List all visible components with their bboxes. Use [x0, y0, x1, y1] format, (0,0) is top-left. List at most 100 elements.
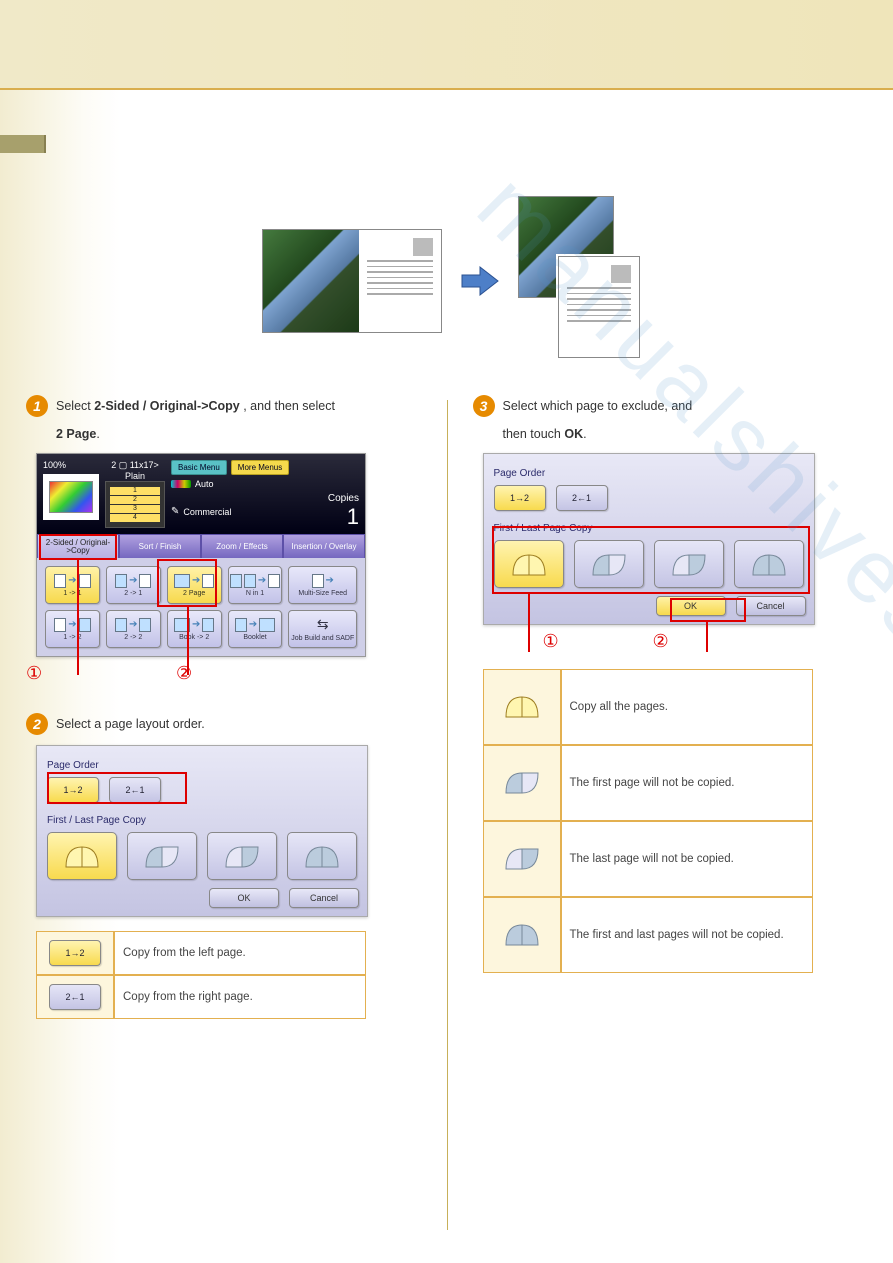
left-column: 1 Select 2-Sided / Original->Copy , and … — [0, 395, 447, 1255]
page-order-label: Page Order — [494, 468, 804, 479]
btn-2-page[interactable]: ➔ 2 Page — [167, 566, 222, 604]
step-2-number: 2 — [26, 713, 48, 735]
flpc-all-button[interactable] — [494, 540, 564, 588]
page-order-1-2-button[interactable]: 1→2 — [494, 485, 546, 511]
table-row: The first page will not be copied. — [483, 745, 813, 821]
chip-2-1-icon-cell: 2←1 — [49, 984, 101, 1010]
tab-2sided-original-copy[interactable]: 2-Sided / Original->Copy — [37, 534, 119, 558]
flpc-skip-last-button[interactable] — [654, 540, 724, 588]
btn-2-page-label: 2 Page — [183, 590, 205, 597]
chip-1-2-icon-cell: 1→2 — [49, 940, 101, 966]
flpc-all-button[interactable] — [47, 832, 117, 880]
panel-tabs: 2-Sided / Original->Copy Sort / Finish Z… — [37, 534, 365, 558]
step-3-number: 3 — [473, 395, 495, 417]
page-order-dialog: Page Order 1→2 2←1 First / Last Page Cop… — [36, 745, 368, 917]
callout-marker-1: ① — [543, 631, 559, 652]
btn-n-in-1[interactable]: ➔ N in 1 — [228, 566, 283, 604]
cancel-button[interactable]: Cancel — [289, 888, 359, 908]
two-to-one-icon: ➔ — [115, 574, 151, 588]
step3-mid: then touch — [503, 427, 561, 441]
table-cell-text: Copy from the left page. — [114, 931, 366, 975]
flpc-button-row — [494, 540, 804, 588]
flpc-skip-first-button[interactable] — [127, 832, 197, 880]
section-tab — [0, 135, 46, 153]
callout-marker-2: ② — [653, 631, 669, 652]
flpc-skip-both-button[interactable] — [734, 540, 804, 588]
tray-1[interactable]: 1 — [110, 487, 160, 495]
page-order-label: Page Order — [47, 760, 357, 771]
hero-output-stack — [518, 196, 638, 366]
book-open-both-icon — [62, 841, 102, 871]
panel-status-bar: 100% 2 ▢ 11x17> Plain 1 2 3 4 Basic Menu — [37, 454, 365, 534]
right-column: 3 Select which page to exclude, and then… — [447, 395, 893, 1255]
tab-sort-finish[interactable]: Sort / Finish — [119, 534, 201, 558]
page-order-2-1-button[interactable]: 2←1 — [109, 777, 161, 803]
flpc-explanation-table: Copy all the pages. The first page will … — [483, 669, 813, 973]
btn-n-in-1-label: N in 1 — [246, 590, 264, 597]
btn-multi-size-feed-label: Multi-Size Feed — [298, 590, 347, 597]
tray-3[interactable]: 3 — [110, 505, 160, 513]
output-text-page-icon — [558, 256, 640, 358]
step-3-row: 3 Select which page to exclude, and — [473, 395, 868, 417]
two-to-two-icon: ➔ — [115, 618, 151, 632]
tab-insertion-overlay[interactable]: Insertion / Overlay — [283, 534, 365, 558]
step-3-text-line1: Select which page to exclude, and — [503, 399, 693, 413]
ok-button[interactable]: OK — [656, 596, 726, 616]
step-1-row: 1 Select 2-Sided / Original->Copy , and … — [26, 395, 421, 417]
tab-zoom-effects[interactable]: Zoom / Effects — [201, 534, 283, 558]
booklet-icon: ➔ — [235, 618, 275, 632]
btn-multi-size-feed[interactable]: ➔ Multi-Size Feed — [288, 566, 357, 604]
flpc-skip-last-button[interactable] — [207, 832, 277, 880]
callout-marker-2: ② — [176, 663, 192, 684]
btn-1-to-2[interactable]: ➔ 1 -> 2 — [45, 610, 100, 648]
flpc-skip-first-button[interactable] — [574, 540, 644, 588]
flpc-skip-both-button[interactable] — [287, 832, 357, 880]
book-to-2-icon: ➔ — [174, 618, 214, 632]
btn-1-to-1[interactable]: ➔ 1 -> 1 — [45, 566, 100, 604]
table-cell-text: The first and last pages will not be cop… — [561, 897, 813, 973]
btn-1-to-2-label: 1 -> 2 — [63, 634, 81, 641]
cancel-button[interactable]: Cancel — [736, 596, 806, 616]
btn-book-to-2-label: Book -> 2 — [179, 634, 209, 641]
copies-count: 1 — [347, 504, 359, 529]
table-cell-text: The last page will not be copied. — [561, 821, 813, 897]
panel-body: ➔ 1 -> 1 ➔ 2 -> 1 ➔ 2 Page ➔ N in 1 — [37, 558, 365, 656]
book-open-right-icon — [498, 767, 546, 797]
step1-target-button: 2 Page — [56, 427, 96, 441]
tray-drawer-widget[interactable]: 1 2 3 4 — [105, 481, 165, 528]
waterfall-photo-icon — [263, 230, 359, 332]
page-order-button-row: 1→2 2←1 — [494, 485, 804, 511]
multi-size-icon: ➔ — [312, 574, 334, 588]
btn-2-to-1[interactable]: ➔ 2 -> 1 — [106, 566, 161, 604]
book-open-both-icon — [498, 691, 546, 721]
rainbow-icon — [49, 481, 93, 513]
job-build-icon: ⇆ — [317, 616, 329, 633]
btn-booklet-label: Booklet — [243, 634, 266, 641]
chip-1-2-label: 1→2 — [65, 948, 84, 958]
step-2-text: Select a page layout order. — [56, 717, 205, 731]
step3-end: . — [583, 427, 586, 441]
btn-booklet[interactable]: ➔ Booklet — [228, 610, 283, 648]
hero-original-spread — [262, 229, 442, 333]
page-order-2-1-button[interactable]: 2←1 — [556, 485, 608, 511]
commercial-label: Commercial — [183, 507, 231, 517]
book-open-left-icon — [669, 549, 709, 579]
one-to-two-icon: ➔ — [54, 618, 90, 632]
btn-job-build-sadf[interactable]: ⇆ Job Build and SADF — [288, 610, 357, 648]
book-open-both-icon — [509, 549, 549, 579]
tray-2[interactable]: 2 — [110, 496, 160, 504]
tray-4[interactable]: 4 — [110, 514, 160, 522]
first-last-page-copy-label: First / Last Page Copy — [494, 523, 804, 534]
basic-menu-button[interactable]: Basic Menu — [171, 460, 227, 475]
step1-end: . — [96, 427, 99, 441]
btn-2-to-2[interactable]: ➔ 2 -> 2 — [106, 610, 161, 648]
page-order-1-2-button[interactable]: 1→2 — [47, 777, 99, 803]
btn-book-to-2[interactable]: ➔ Book -> 2 — [167, 610, 222, 648]
ok-button[interactable]: OK — [209, 888, 279, 908]
step1-sep: , and then select — [243, 399, 335, 413]
flpc-button-row — [47, 832, 357, 880]
more-menus-button[interactable]: More Menus — [231, 460, 289, 475]
table-cell-text: Copy all the pages. — [561, 669, 813, 745]
table-cell-text: The first page will not be copied. — [561, 745, 813, 821]
book-open-left-icon — [498, 843, 546, 873]
